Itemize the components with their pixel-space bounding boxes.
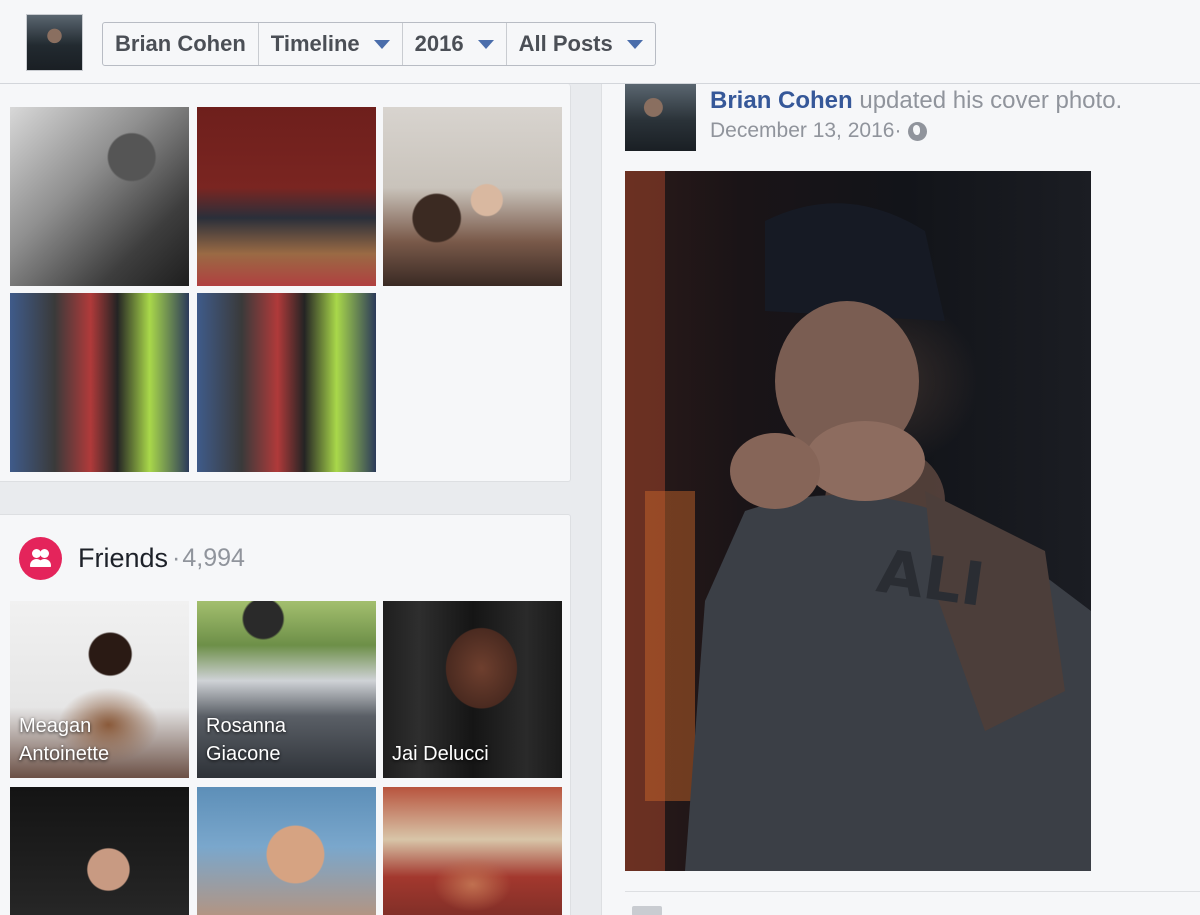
post-meta-separator: · [894,119,902,142]
friends-title[interactable]: Friends [78,543,168,574]
friend-tile[interactable]: Meagan Antoinette [10,601,189,778]
scrubber-year-dropdown[interactable]: 2016 [403,23,507,65]
photo-thumbnail[interactable] [197,293,376,472]
friends-header[interactable]: Friends · 4,994 [19,537,245,580]
friends-card: Friends · 4,994 Meagan Antoinette Rosann… [0,514,571,915]
post-headline: Brian Cohen updated his cover photo. [710,86,1122,116]
scrubber-section-dropdown[interactable]: Timeline [259,23,403,65]
timeline-scrubber: Brian Cohen Timeline 2016 All Posts [102,22,656,66]
post-action-bar[interactable] [632,906,662,915]
friend-name: Rosanna Giacone [206,715,287,765]
timeline-header-bar: Brian Cohen Timeline 2016 All Posts [0,0,1200,84]
friends-count: 4,994 [182,544,245,572]
scrubber-name-label: Brian Cohen [115,31,246,56]
cover-photo-post: Brian Cohen updated his cover photo. Dec… [601,84,1200,915]
photo-thumbnail[interactable] [10,107,189,286]
post-author-link[interactable]: Brian Cohen [710,87,853,114]
scrubber-year-label: 2016 [414,31,464,56]
friend-name: Meagan Antoinette [19,715,110,765]
svg-text:ALI: ALI [873,537,989,621]
post-divider [625,891,1200,892]
profile-avatar[interactable] [26,14,83,71]
post-action-text: updated his cover photo. [852,87,1123,114]
photo-thumbnail[interactable] [383,107,562,286]
photo-thumbnail[interactable] [197,107,376,286]
friends-separator: · [172,544,181,572]
friend-tile[interactable] [197,787,376,915]
cover-photo-art: ALI [625,171,1091,871]
friend-tile[interactable] [383,787,562,915]
chevron-down-icon [626,39,643,49]
post-date-link[interactable]: December 13, 2016 [710,119,894,143]
scrubber-filter-label: All Posts [518,31,613,56]
scrubber-filter-dropdown[interactable]: All Posts [507,23,655,65]
photos-card [0,84,571,482]
post-author-avatar[interactable] [625,84,696,151]
globe-icon[interactable] [908,121,928,141]
friend-name: Jai Delucci [392,743,489,765]
friend-tile[interactable]: Jai Delucci [383,601,562,778]
scrubber-name-button[interactable]: Brian Cohen [103,23,259,65]
scrubber-section-label: Timeline [270,31,360,56]
photo-thumbnail[interactable] [10,293,189,472]
friend-tile[interactable] [10,787,189,915]
friends-icon [19,537,62,580]
post-meta: December 13, 2016 · [710,119,928,143]
chevron-down-icon [477,39,494,49]
chevron-down-icon [373,39,390,49]
cover-photo-image[interactable]: ALI [625,171,1091,871]
friend-tile[interactable]: Rosanna Giacone [197,601,376,778]
